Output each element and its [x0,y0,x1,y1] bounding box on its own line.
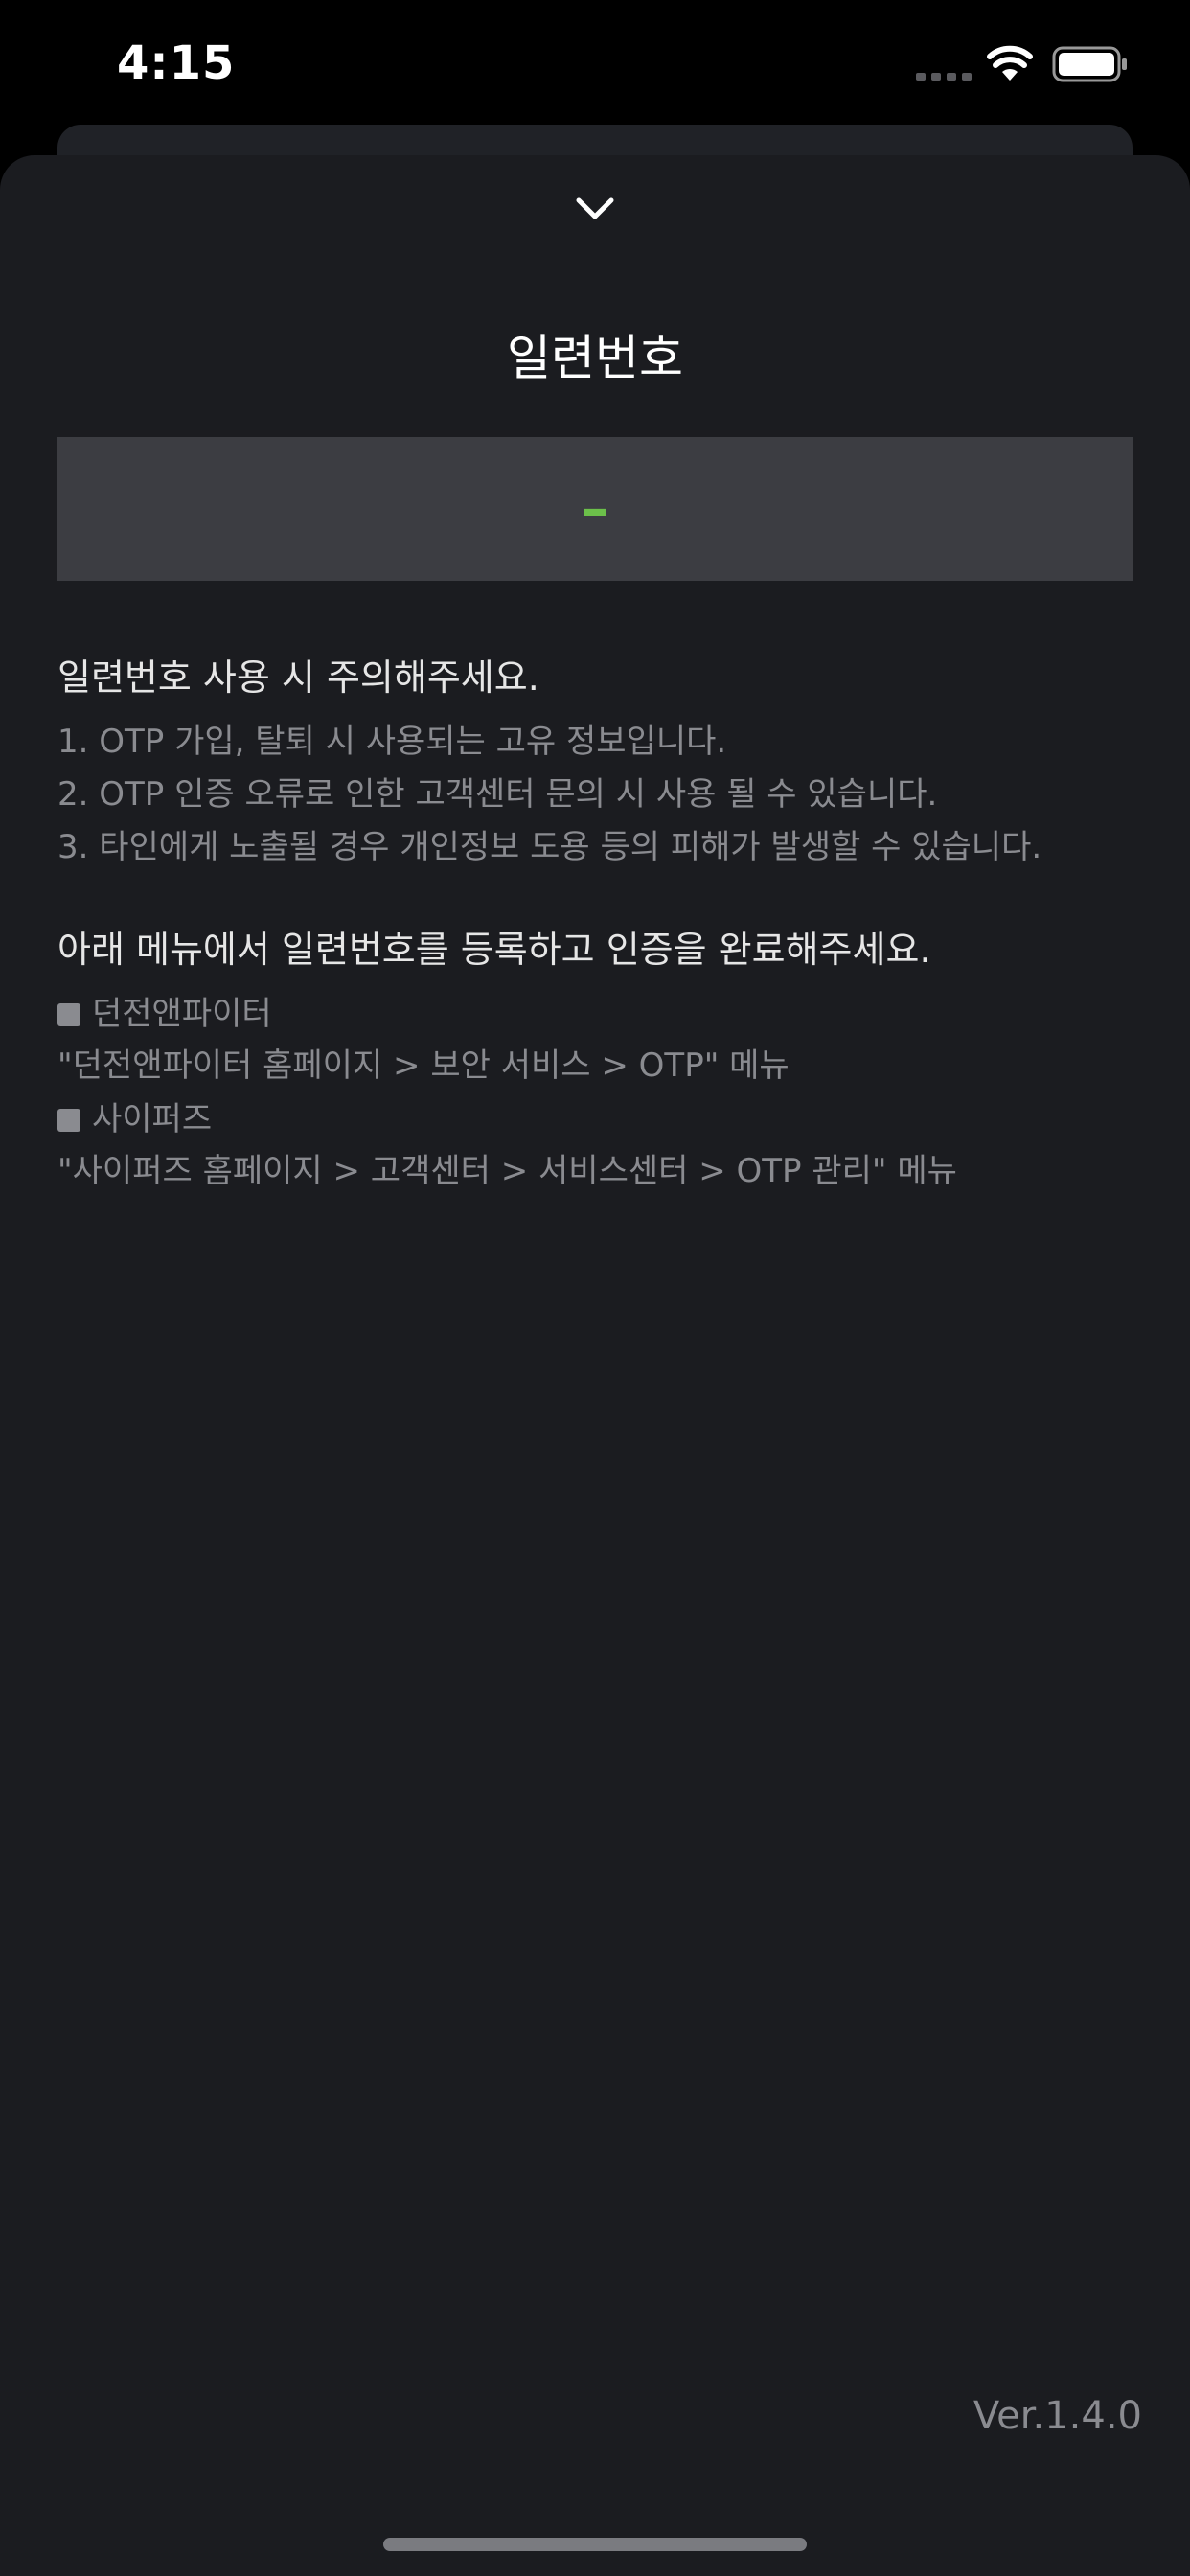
battery-icon [1052,46,1127,82]
square-bullet-icon [57,1003,80,1026]
signal-icon [916,73,972,80]
square-bullet-icon [57,1109,80,1132]
wifi-icon [987,45,1033,80]
close-sheet-button[interactable] [566,190,624,228]
status-time: 4:15 [117,36,236,90]
game-menu-path: "사이퍼즈 홈페이지 > 고객센터 > 서비스센터 > OTP 관리" 메뉴 [57,1152,957,1190]
serial-number-value: – [582,477,608,540]
game-item-dnf: 던전앤파이터 [57,987,272,1034]
game-item-cyphers: 사이퍼즈 [57,1092,212,1139]
chevron-down-icon [576,197,614,219]
caution-heading: 일련번호 사용 시 주의해주세요. [57,656,539,699]
game-name: 던전앤파이터 [92,995,272,1033]
caution-item: 3. 타인에게 노출될 경우 개인정보 도용 등의 피해가 발생할 수 있습니다… [57,828,1042,866]
game-menu-path: "던전앤파이터 홈페이지 > 보안 서비스 > OTP" 메뉴 [57,1046,790,1085]
game-name: 사이퍼즈 [92,1100,213,1138]
register-heading: 아래 메뉴에서 일련번호를 등록하고 인증을 완료해주세요. [57,929,931,971]
serial-number-display: – [57,437,1133,581]
caution-item: 2. OTP 인증 오류로 인한 고객센터 문의 시 사용 될 수 있습니다. [57,775,938,814]
version-label: Ver.1.4.0 [973,2394,1142,2438]
status-bar: 4:15 [0,0,1190,125]
page-title: 일련번호 [507,331,683,386]
home-indicator[interactable] [383,2538,807,2551]
caution-item: 1. OTP 가입, 탈퇴 시 사용되는 고유 정보입니다. [57,723,727,761]
